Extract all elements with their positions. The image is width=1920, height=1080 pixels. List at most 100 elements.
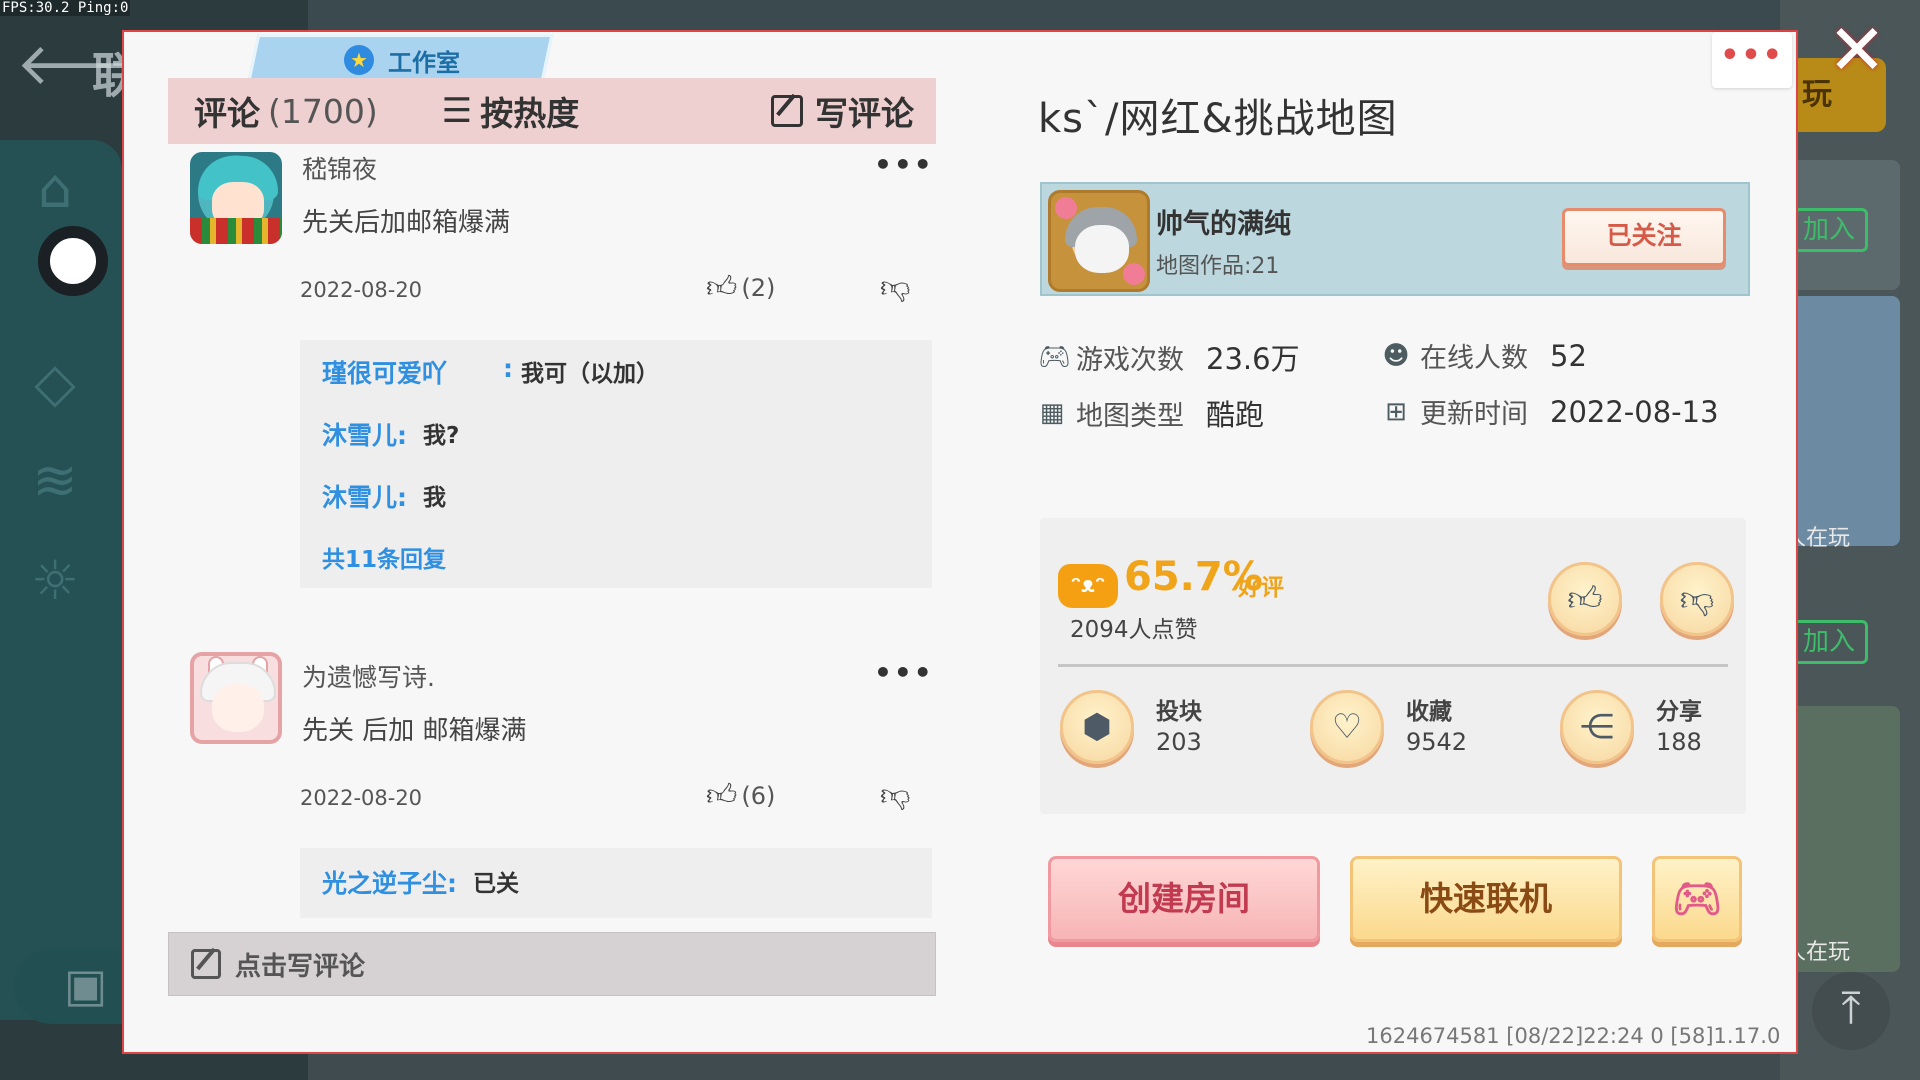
reply-item[interactable]: 沐雪儿: 我 <box>322 478 446 514</box>
gamepad-icon: 🎮︎ <box>1671 876 1723 922</box>
avatar[interactable] <box>190 652 282 744</box>
stat-value: 酷跑 <box>1206 398 1265 432</box>
background-room-card <box>1780 706 1900 972</box>
stat-label: 游戏次数 <box>1076 344 1184 376</box>
reply-username[interactable]: 沐雪儿: <box>322 478 407 514</box>
diamond-icon[interactable]: ◇ <box>22 350 88 416</box>
rating-good-label: 好评 <box>1238 575 1284 601</box>
comment-more-button[interactable]: ••• <box>874 148 934 181</box>
author-works-count: 地图作品:21 <box>1156 254 1280 279</box>
favorite-action[interactable]: ♡ 收藏 9542 <box>1310 690 1467 764</box>
create-room-button[interactable]: 创建房间 <box>1048 856 1320 942</box>
background-join-button[interactable]: 加入 <box>1790 620 1868 664</box>
image-icon: ▣ <box>64 958 108 1012</box>
comment-like-button[interactable]: 👍︎ (2) <box>706 270 775 306</box>
thumbs-down-icon[interactable]: 👎︎ <box>880 270 910 306</box>
reply-list: 光之逆子尘: 已关 <box>300 848 932 918</box>
share-action[interactable]: ⋲ 分享 188 <box>1560 690 1702 764</box>
action-value: 188 <box>1656 728 1702 756</box>
thumbs-up-icon: 👍︎ <box>706 778 738 813</box>
stat-value: 23.6万 <box>1206 342 1300 376</box>
sort-by-hot-button[interactable]: ☰ 按热度 <box>442 87 579 135</box>
action-label: 收藏 <box>1406 699 1452 725</box>
write-comment-input[interactable]: 点击写评论 <box>168 932 936 996</box>
thumbs-up-icon: 👍︎ <box>706 270 738 305</box>
divider <box>1058 664 1728 667</box>
stat-label: 更新时间 <box>1420 399 1528 430</box>
thumbs-down-icon: 👎︎ <box>1679 579 1715 619</box>
share-icon[interactable]: ⋲ <box>1560 690 1634 764</box>
stat-label: 地图类型 <box>1076 400 1184 432</box>
reply-username[interactable]: 光之逆子尘: <box>322 864 457 900</box>
stat-label: 在线人数 <box>1420 343 1528 374</box>
edit-icon <box>191 949 221 979</box>
comment-date: 2022-08-20 <box>300 786 423 810</box>
block-action[interactable]: ⬢ 投块 203 <box>1060 690 1202 764</box>
comments-header: 评论 (1700) ☰ 按热度 写评论 <box>168 78 936 144</box>
reply-username[interactable]: 沐雪儿: <box>322 416 407 452</box>
comment-like-count: (6) <box>741 782 776 810</box>
reply-text: 已关 <box>473 871 519 897</box>
layers-icon[interactable]: ≋ <box>22 448 88 514</box>
reply-username[interactable]: 瑾很可爱吖 <box>322 354 447 390</box>
reply-list: 瑾很可爱吖 : 我可（以加） 沐雪儿: 我? 沐雪儿: 我 共11条回复 <box>300 340 932 588</box>
background-join-button[interactable]: 加入 <box>1790 208 1868 252</box>
reply-item[interactable]: 瑾很可爱吖 : 我可（以加） <box>322 354 659 390</box>
avatar[interactable] <box>190 152 282 244</box>
reply-item[interactable]: 光之逆子尘: 已关 <box>322 864 519 900</box>
comments-count: (1700) <box>268 91 378 131</box>
rating-card: ᵔᴥᵔ 65.7% 好评 2094人点赞 👍︎ 👎︎ ⬢ 投块 203 ♡ 收藏… <box>1040 518 1746 814</box>
stat-value: 2022-08-13 <box>1550 394 1719 429</box>
background-room-card <box>1780 296 1900 546</box>
comment-username[interactable]: 嵇锦夜 <box>302 150 377 186</box>
author-avatar[interactable] <box>1048 190 1150 292</box>
like-map-button[interactable]: 👍︎ <box>1548 562 1622 636</box>
dislike-map-button[interactable]: 👎︎ <box>1660 562 1734 636</box>
write-comment-label: 写评论 <box>815 94 914 133</box>
reply-text: 我可（以加） <box>521 361 660 387</box>
thumbs-down-icon[interactable]: 👎︎ <box>880 778 910 814</box>
map-type-stat: ▦ 地图类型 酷跑 <box>1038 392 1264 434</box>
action-value: 203 <box>1156 728 1202 756</box>
grid-icon: ▦ <box>1039 398 1065 428</box>
scroll-top-button[interactable]: ⤒ <box>1812 972 1890 1050</box>
close-icon[interactable]: ✕ <box>1826 15 1888 85</box>
reply-text: 我 <box>423 485 446 511</box>
thumbs-up-icon: 👍︎ <box>1567 579 1603 619</box>
follow-button[interactable]: 已关注 <box>1562 208 1726 266</box>
view-all-replies-link[interactable]: 共11条回复 <box>322 540 446 574</box>
bulb-icon[interactable]: ☼ <box>22 548 88 614</box>
comment-more-button[interactable]: ••• <box>874 656 934 689</box>
comments-title: 评论 <box>194 94 260 133</box>
online-icon: ☻ <box>1382 340 1410 371</box>
happy-face-icon: ᵔᴥᵔ <box>1058 564 1118 608</box>
quick-join-button[interactable]: 快速联机 <box>1350 856 1622 942</box>
online-count-stat: ☻ 在线人数 52 <box>1382 336 1586 375</box>
comment-username[interactable]: 为遗憾写诗. <box>302 658 435 694</box>
write-comment-placeholder: 点击写评论 <box>235 951 366 982</box>
reply-item[interactable]: 沐雪儿: 我? <box>322 416 459 452</box>
comment-text: 先关后加邮箱爆满 <box>302 208 511 238</box>
block-icon[interactable]: ⬢ <box>1060 690 1134 764</box>
more-options-button[interactable]: ••• <box>1712 32 1792 88</box>
action-label: 分享 <box>1656 699 1702 725</box>
action-label: 投块 <box>1156 699 1202 725</box>
author-name[interactable]: 帅气的满纯 <box>1156 202 1291 241</box>
fps-overlay: FPS:30.2 Ping:0 <box>0 0 131 16</box>
rating-likes-count: 2094人点赞 <box>1070 617 1198 643</box>
reply-separator: : <box>503 354 514 383</box>
write-comment-button[interactable]: 写评论 <box>771 87 914 135</box>
record-button[interactable] <box>38 226 108 296</box>
reply-text: 我? <box>423 423 460 449</box>
heart-icon[interactable]: ♡ <box>1310 690 1384 764</box>
author-card[interactable]: 帅气的满纯 地图作品:21 已关注 <box>1040 182 1750 296</box>
studio-tab-label: 工作室 <box>388 48 460 77</box>
gamepad-button[interactable]: 🎮︎ <box>1652 856 1742 942</box>
home-icon[interactable]: ⌂ <box>22 156 88 222</box>
comment-date: 2022-08-20 <box>300 278 423 302</box>
comment-like-button[interactable]: 👍︎ (6) <box>706 778 775 814</box>
edit-icon <box>771 95 803 127</box>
play-count-stat: 🎮︎ 游戏次数 23.6万 <box>1038 336 1300 378</box>
build-info: 1624674581 [08/22]22:24 0 [58]1.17.0 <box>1366 1024 1781 1048</box>
comment-text: 先关 后加 邮箱爆满 <box>302 716 527 746</box>
